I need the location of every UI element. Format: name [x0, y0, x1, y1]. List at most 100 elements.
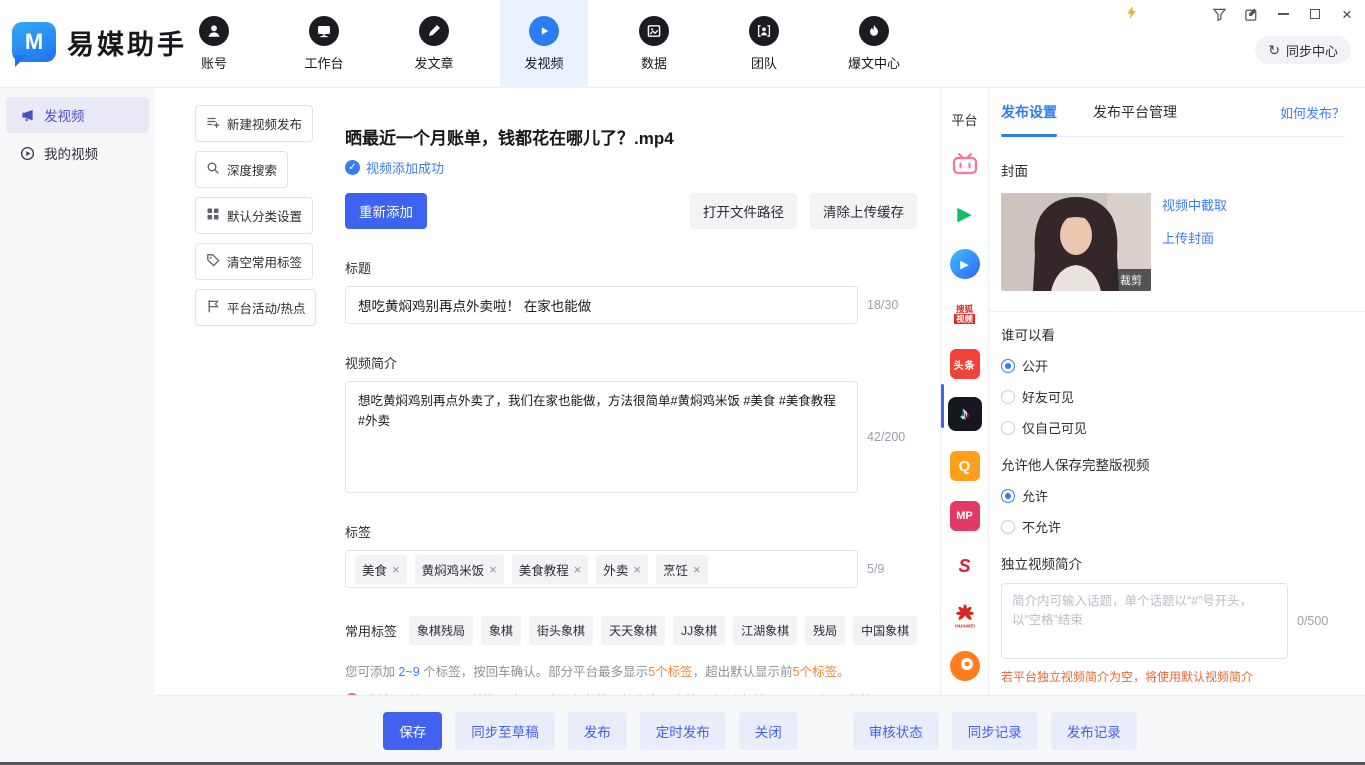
remove-tag-icon[interactable]: × — [392, 563, 400, 576]
check-icon: ✓ — [345, 160, 360, 175]
edit-icon[interactable] — [1243, 6, 1259, 22]
allow-save-option-allow[interactable]: 允许 — [1001, 486, 1345, 505]
common-tag[interactable]: 江湖象棋 — [733, 616, 797, 645]
topnav-item-publish-video[interactable]: 发视频 — [500, 0, 588, 88]
readd-button[interactable]: 重新添加 — [345, 193, 427, 229]
topnav-item-data[interactable]: 数据 — [610, 0, 698, 88]
publish-button[interactable]: 发布 — [568, 712, 627, 750]
platform-qiehao-icon[interactable]: Q — [950, 451, 980, 481]
upload-cover-link[interactable]: 上传封面 — [1162, 228, 1227, 247]
common-tag[interactable]: 象棋 — [481, 616, 521, 645]
tags-input[interactable]: 美食× 黄焖鸡米饭× 美食教程× 外卖× 烹饪× — [345, 550, 858, 588]
team-icon — [749, 16, 779, 46]
cover-thumbnail[interactable]: 裁剪 — [1001, 193, 1151, 291]
radio-icon — [1001, 421, 1015, 435]
close-button[interactable]: × — [1339, 6, 1355, 22]
maximize-button[interactable] — [1307, 6, 1323, 22]
save-button[interactable]: 保存 — [383, 712, 442, 750]
sync-records-button[interactable]: 同步记录 — [952, 712, 1038, 750]
tab-publish-settings[interactable]: 发布设置 — [1001, 88, 1057, 137]
upload-status: ✓ 视频添加成功 — [345, 158, 920, 177]
new-video-publish-button[interactable]: 新建视频发布 — [195, 105, 313, 142]
topnav-item-workbench[interactable]: 工作台 — [280, 0, 368, 88]
sync-to-draft-button[interactable]: 同步至草稿 — [455, 712, 555, 750]
independent-desc-counter: 0/500 — [1297, 614, 1328, 628]
play-icon — [529, 16, 559, 46]
sidebar-item-my-videos[interactable]: 我的视频 — [6, 135, 149, 171]
radio-icon — [1001, 390, 1015, 404]
topbar: M 易媒助手 账号 工作台 发文章 — [0, 0, 1365, 88]
platform-haokan-icon[interactable]: ▶ — [950, 249, 980, 279]
platform-huawei-icon[interactable]: HUAWEI — [950, 601, 980, 631]
topnav-item-publish-article[interactable]: 发文章 — [390, 0, 478, 88]
visibility-option-private[interactable]: 仅自己可见 — [1001, 418, 1345, 437]
open-file-path-button[interactable]: 打开文件路径 — [690, 193, 797, 229]
tags-label: 标签 — [345, 522, 920, 541]
remove-tag-icon[interactable]: × — [633, 563, 641, 576]
visibility-option-friends[interactable]: 好友可见 — [1001, 387, 1345, 406]
common-tag[interactable]: JJ象棋 — [673, 616, 725, 645]
common-tag[interactable]: 街头象棋 — [529, 616, 593, 645]
topnav-item-account[interactable]: 账号 — [170, 0, 258, 88]
remove-tag-icon[interactable]: × — [574, 563, 582, 576]
default-category-button[interactable]: 默认分类设置 — [195, 197, 313, 234]
platform-dayu-icon[interactable] — [950, 651, 980, 681]
clear-upload-cache-button[interactable]: 清除上传缓存 — [810, 193, 917, 229]
independent-desc-warning: 若平台独立视频简介为空，将使用默认视频简介 — [1001, 668, 1345, 685]
title-field-row: 18/30 — [345, 286, 920, 324]
radio-icon — [1001, 520, 1015, 534]
top-navigation: 账号 工作台 发文章 发视频 — [170, 0, 940, 88]
video-filename: 晒最近一个月账单，钱都花在哪儿了？.mp4 — [345, 124, 920, 149]
independent-desc-textarea[interactable] — [1001, 583, 1288, 659]
description-textarea[interactable]: 想吃黄焖鸡别再点外卖了，我们在家也能做，方法很简单#黄焖鸡米饭 #美食 #美食教… — [345, 381, 858, 493]
title-label: 标题 — [345, 258, 920, 277]
play-circle-icon — [20, 146, 35, 161]
filter-icon[interactable] — [1211, 6, 1227, 22]
how-to-publish-link[interactable]: 如何发布？ — [1280, 103, 1345, 122]
video-form: 晒最近一个月账单，钱都花在哪儿了？.mp4 ✓ 视频添加成功 重新添加 打开文件… — [330, 88, 940, 695]
close-form-button[interactable]: 关闭 — [739, 712, 798, 750]
common-tag[interactable]: 残局 — [805, 616, 845, 645]
platform-sohu-video-icon[interactable]: 搜狐 视频 — [950, 299, 980, 329]
crop-badge[interactable]: 裁剪 — [1111, 269, 1151, 291]
common-tag[interactable]: 天天象棋 — [601, 616, 665, 645]
platform-mp-icon[interactable]: MP — [950, 501, 980, 531]
tag-chip[interactable]: 烹饪× — [656, 555, 708, 584]
platform-bilibili-icon[interactable] — [950, 149, 980, 179]
sidebar-item-publish-video[interactable]: 发视频 — [6, 97, 149, 133]
review-status-button[interactable]: 审核状态 — [853, 712, 939, 750]
app-window: M 易媒助手 账号 工作台 发文章 — [0, 0, 1365, 765]
remove-tag-icon[interactable]: × — [489, 563, 497, 576]
common-tags-row: 常用标签 象棋残局 象棋 街头象棋 天天象棋 JJ象棋 江湖象棋 残局 中国象棋 — [345, 616, 920, 645]
tab-platform-management[interactable]: 发布平台管理 — [1093, 88, 1177, 137]
platform-toutiao-icon[interactable]: 头条 — [950, 349, 980, 379]
minimize-button[interactable] — [1275, 6, 1291, 22]
platform-activity-button[interactable]: 平台活动/热点 — [195, 289, 316, 326]
scheduled-publish-button[interactable]: 定时发布 — [640, 712, 726, 750]
visibility-option-public[interactable]: 公开 — [1001, 356, 1345, 375]
remove-tag-icon[interactable]: × — [693, 563, 701, 576]
common-tag[interactable]: 象棋残局 — [409, 616, 473, 645]
publish-records-button[interactable]: 发布记录 — [1051, 712, 1137, 750]
bottom-action-bar: 保存 同步至草稿 发布 定时发布 关闭 审核状态 同步记录 发布记录 — [155, 695, 1365, 765]
clear-tags-button[interactable]: 清空常用标签 — [195, 243, 313, 280]
allow-save-option-deny[interactable]: 不允许 — [1001, 517, 1345, 536]
topnav-item-team[interactable]: 团队 — [720, 0, 808, 88]
tag-chip[interactable]: 美食× — [355, 555, 407, 584]
title-input[interactable] — [345, 286, 858, 324]
tag-chip[interactable]: 美食教程× — [512, 555, 589, 584]
topnav-item-hot-center[interactable]: 爆文中心 — [830, 0, 918, 88]
description-field-row: 想吃黄焖鸡别再点外卖了，我们在家也能做，方法很简单#黄焖鸡米饭 #美食 #美食教… — [345, 381, 920, 493]
capture-from-video-link[interactable]: 视频中截取 — [1162, 195, 1227, 214]
flame-icon — [859, 16, 889, 46]
platform-iqiyi-icon[interactable]: ▶ — [950, 199, 980, 229]
publish-settings-panel: 发布设置 发布平台管理 如何发布？ 封面 裁剪 — [988, 88, 1365, 695]
platform-sina-icon[interactable]: S — [950, 551, 980, 581]
tag-chip[interactable]: 黄焖鸡米饭× — [415, 555, 504, 584]
tag-chip[interactable]: 外卖× — [596, 555, 648, 584]
deep-search-button[interactable]: 深度搜索 — [195, 151, 288, 188]
sync-center-button[interactable]: ↻ 同步中心 — [1255, 36, 1351, 64]
platform-douyin-icon[interactable]: ♪ — [948, 397, 982, 431]
common-tag[interactable]: 中国象棋 — [853, 616, 917, 645]
common-tags-label: 常用标签 — [345, 621, 397, 640]
